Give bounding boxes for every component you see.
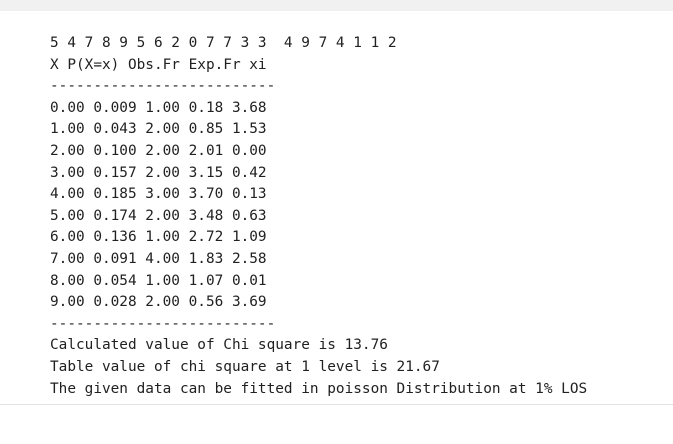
output-line-calculated-chi-square: Calculated value of Chi square is 13.76 [50, 337, 388, 354]
output-text: 5 4 7 8 9 5 6 2 0 7 7 3 3 4 9 7 4 1 1 2 X… [50, 33, 587, 400]
cell-output-area: 5 4 7 8 9 5 6 2 0 7 7 3 3 4 9 7 4 1 1 2 X… [0, 11, 673, 405]
output-line-row-7: 7.00 0.091 4.00 1.83 2.58 [50, 250, 267, 267]
page-background [0, 405, 673, 444]
output-line-table-chi-square: Table value of chi square at 1 level is … [50, 358, 440, 375]
output-line-row-1: 1.00 0.043 2.00 0.85 1.53 [50, 121, 267, 138]
previous-cell-strip [0, 0, 673, 11]
output-line-row-8: 8.00 0.054 1.00 1.07 0.01 [50, 272, 267, 289]
output-line-row-4: 4.00 0.185 3.00 3.70 0.13 [50, 186, 267, 203]
output-line-conclusion: The given data can be fitted in poisson … [50, 380, 588, 397]
output-line-row-2: 2.00 0.100 2.00 2.01 0.00 [50, 142, 267, 159]
output-line-row-3: 3.00 0.157 2.00 3.15 0.42 [50, 164, 267, 181]
output-line-data-sample: 5 4 7 8 9 5 6 2 0 7 7 3 3 4 9 7 4 1 1 2 [50, 35, 397, 51]
output-line-row-5: 5.00 0.174 2.00 3.48 0.63 [50, 207, 267, 224]
output-line-row-0: 0.00 0.009 1.00 0.18 3.68 [50, 99, 267, 116]
output-line-row-9: 9.00 0.028 2.00 0.56 3.69 [50, 294, 267, 311]
output-line-separator: -------------------------- [50, 78, 276, 95]
output-line-row-6: 6.00 0.136 1.00 2.72 1.09 [50, 229, 267, 246]
output-line-table-header: X P(X=x) Obs.Fr Exp.Fr xi [50, 56, 267, 73]
output-line-separator: -------------------------- [50, 315, 276, 332]
